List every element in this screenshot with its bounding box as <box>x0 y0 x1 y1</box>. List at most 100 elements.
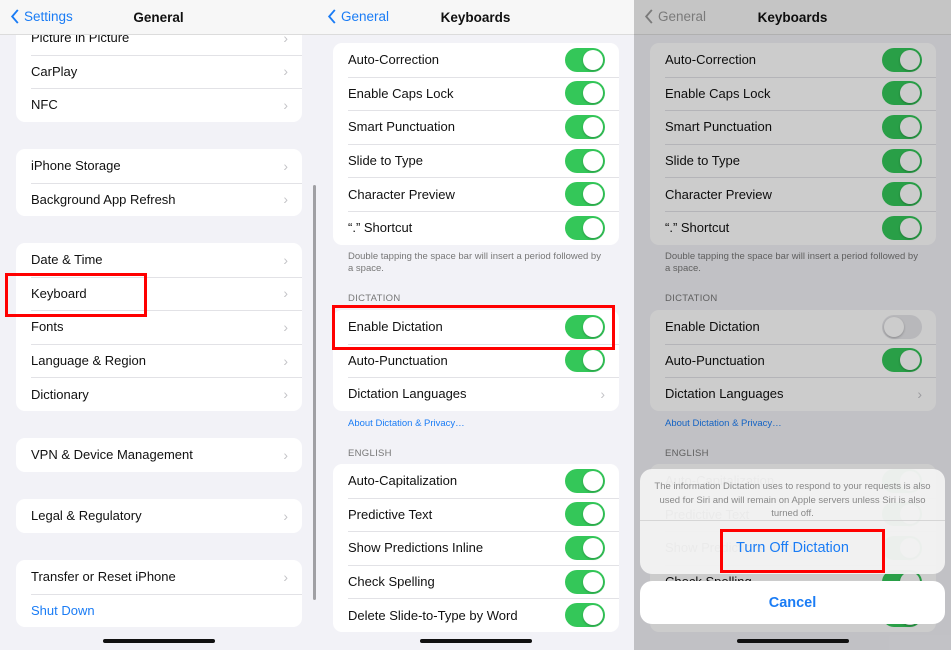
toggle-switch[interactable] <box>565 535 605 560</box>
chevron-right-icon: › <box>283 96 288 113</box>
chevron-left-icon <box>327 9 336 24</box>
toggle-switch[interactable] <box>565 502 605 527</box>
general-settings-panel: Picture in Picture › CarPlay › NFC › iPhone St… <box>0 0 317 650</box>
chevron-right-icon: › <box>600 385 605 402</box>
row-iphone-storage[interactable]: iPhone Storage › <box>16 149 302 183</box>
row-predictive-text[interactable]: Predictive Text <box>333 497 619 532</box>
row-label: Dictation Languages <box>348 386 467 402</box>
row-enable-caps-lock[interactable]: Enable Caps Lock <box>333 76 619 111</box>
toggle-switch[interactable] <box>565 603 605 628</box>
row-label: Dictionary <box>31 386 89 402</box>
back-label: General <box>341 9 390 24</box>
toggle-switch[interactable] <box>565 215 605 240</box>
chevron-right-icon: › <box>283 386 288 403</box>
toggle-switch[interactable] <box>565 148 605 173</box>
back-button[interactable]: General <box>327 9 389 24</box>
row-label: NFC <box>31 97 58 113</box>
toggle-switch[interactable] <box>565 81 605 106</box>
row-legal-regulatory[interactable]: Legal & Regulatory › <box>16 499 302 533</box>
cancel-button[interactable]: Cancel <box>640 581 945 624</box>
row-shut-down[interactable]: Shut Down <box>16 593 302 628</box>
row-label: Auto-Correction <box>348 52 440 68</box>
chevron-right-icon: › <box>283 251 288 268</box>
toggle-switch[interactable] <box>565 114 605 139</box>
row-slide-to-type[interactable]: Slide to Type <box>333 143 619 178</box>
row-auto-capitalization[interactable]: Auto-Capitalization <box>333 464 619 498</box>
nav-bar: General Keyboards <box>317 0 634 35</box>
row-label: CarPlay <box>31 63 78 79</box>
chevron-right-icon: › <box>283 191 288 208</box>
home-indicator <box>736 639 849 643</box>
about-dictation-link[interactable]: About Dictation & Privacy… <box>348 418 465 429</box>
row-check-spelling[interactable]: Check Spelling <box>333 564 619 599</box>
row-label: VPN & Device Management <box>31 447 193 463</box>
scrollbar[interactable] <box>313 185 316 600</box>
row-label: Show Predictions Inline <box>348 540 484 556</box>
row-date-time[interactable]: Date & Time › <box>16 243 302 277</box>
toggle-switch[interactable] <box>565 348 605 373</box>
settings-group: Transfer or Reset iPhone › Shut Down <box>16 560 302 628</box>
row-transfer-or-reset-iphone[interactable]: Transfer or Reset iPhone › <box>16 560 302 594</box>
row-label: Transfer or Reset iPhone <box>31 569 176 585</box>
row-label: Predictive Text <box>348 506 433 522</box>
row-show-predictions-inline[interactable]: Show Predictions Inline <box>333 531 619 565</box>
row-label: Auto-Capitalization <box>348 473 458 489</box>
row-smart-punctuation[interactable]: Smart Punctuation <box>333 110 619 144</box>
chevron-right-icon: › <box>283 63 288 80</box>
row-label: “.” Shortcut <box>348 220 413 236</box>
row-label: Check Spelling <box>348 574 435 590</box>
chevron-right-icon: › <box>283 568 288 585</box>
english-section-header: ENGLISH <box>348 448 392 459</box>
row-label: Date & Time <box>31 252 103 268</box>
row-background-app-refresh[interactable]: Background App Refresh › <box>16 182 302 217</box>
settings-group: Date & Time › Keyboard › Fonts › Language & Re… <box>16 243 302 411</box>
dictation-section-header: DICTATION <box>348 293 401 304</box>
chevron-right-icon: › <box>283 285 288 302</box>
row-label: Language & Region <box>31 353 146 369</box>
toggle-switch[interactable] <box>565 47 605 72</box>
toggle-switch[interactable] <box>565 569 605 594</box>
highlight-keyboard <box>5 273 147 317</box>
chevron-right-icon: › <box>283 157 288 174</box>
row-label: iPhone Storage <box>31 158 121 174</box>
row-nfc[interactable]: NFC › <box>16 88 302 122</box>
highlight-turn-off-dictation <box>720 529 885 573</box>
row-label: Shut Down <box>31 602 95 618</box>
settings-group: Auto-Correction Enable Caps Lock Smart Pun… <box>333 43 619 245</box>
row-label: Legal & Regulatory <box>31 508 142 524</box>
row-label: Background App Refresh <box>31 191 176 207</box>
toggle-switch[interactable] <box>565 182 605 207</box>
row-vpn-device-management[interactable]: VPN & Device Management › <box>16 438 302 472</box>
chevron-right-icon: › <box>283 446 288 463</box>
back-button[interactable]: Settings <box>10 9 73 24</box>
row-delete-slide-to-type-by-word[interactable]: Delete Slide-to-Type by Word <box>333 598 619 632</box>
row-shortcut[interactable]: “.” Shortcut <box>333 210 619 245</box>
home-indicator <box>102 639 215 643</box>
row-label: Character Preview <box>348 186 455 202</box>
settings-group: Picture in Picture › CarPlay › NFC › <box>16 21 302 122</box>
nav-bar: Settings General <box>0 0 317 35</box>
period-shortcut-footer: Double tapping the space bar will insert… <box>348 251 601 274</box>
chevron-right-icon: › <box>283 318 288 335</box>
row-label: Enable Caps Lock <box>348 85 454 101</box>
action-sheet-message: The information Dictation uses to respon… <box>640 469 945 521</box>
settings-group: Auto-Capitalization Predictive Text Show P… <box>333 464 619 632</box>
row-carplay[interactable]: CarPlay › <box>16 54 302 89</box>
toggle-switch[interactable] <box>565 468 605 493</box>
row-label: Smart Punctuation <box>348 119 455 135</box>
row-label: Fonts <box>31 319 64 335</box>
row-dictionary[interactable]: Dictionary › <box>16 377 302 411</box>
back-label: Settings <box>24 9 73 24</box>
settings-group: VPN & Device Management › <box>16 438 302 472</box>
home-indicator <box>419 639 532 643</box>
row-dictation-languages[interactable]: Dictation Languages › <box>333 377 619 411</box>
settings-group: Legal & Regulatory › <box>16 499 302 533</box>
row-label: Slide to Type <box>348 153 423 169</box>
row-auto-correction[interactable]: Auto-Correction <box>333 43 619 77</box>
chevron-right-icon: › <box>283 352 288 369</box>
settings-group: iPhone Storage › Background App Refresh › <box>16 149 302 217</box>
highlight-enable-dictation <box>332 305 615 350</box>
row-language-region[interactable]: Language & Region › <box>16 343 302 378</box>
row-character-preview[interactable]: Character Preview <box>333 177 619 211</box>
row-label: Delete Slide-to-Type by Word <box>348 607 518 623</box>
